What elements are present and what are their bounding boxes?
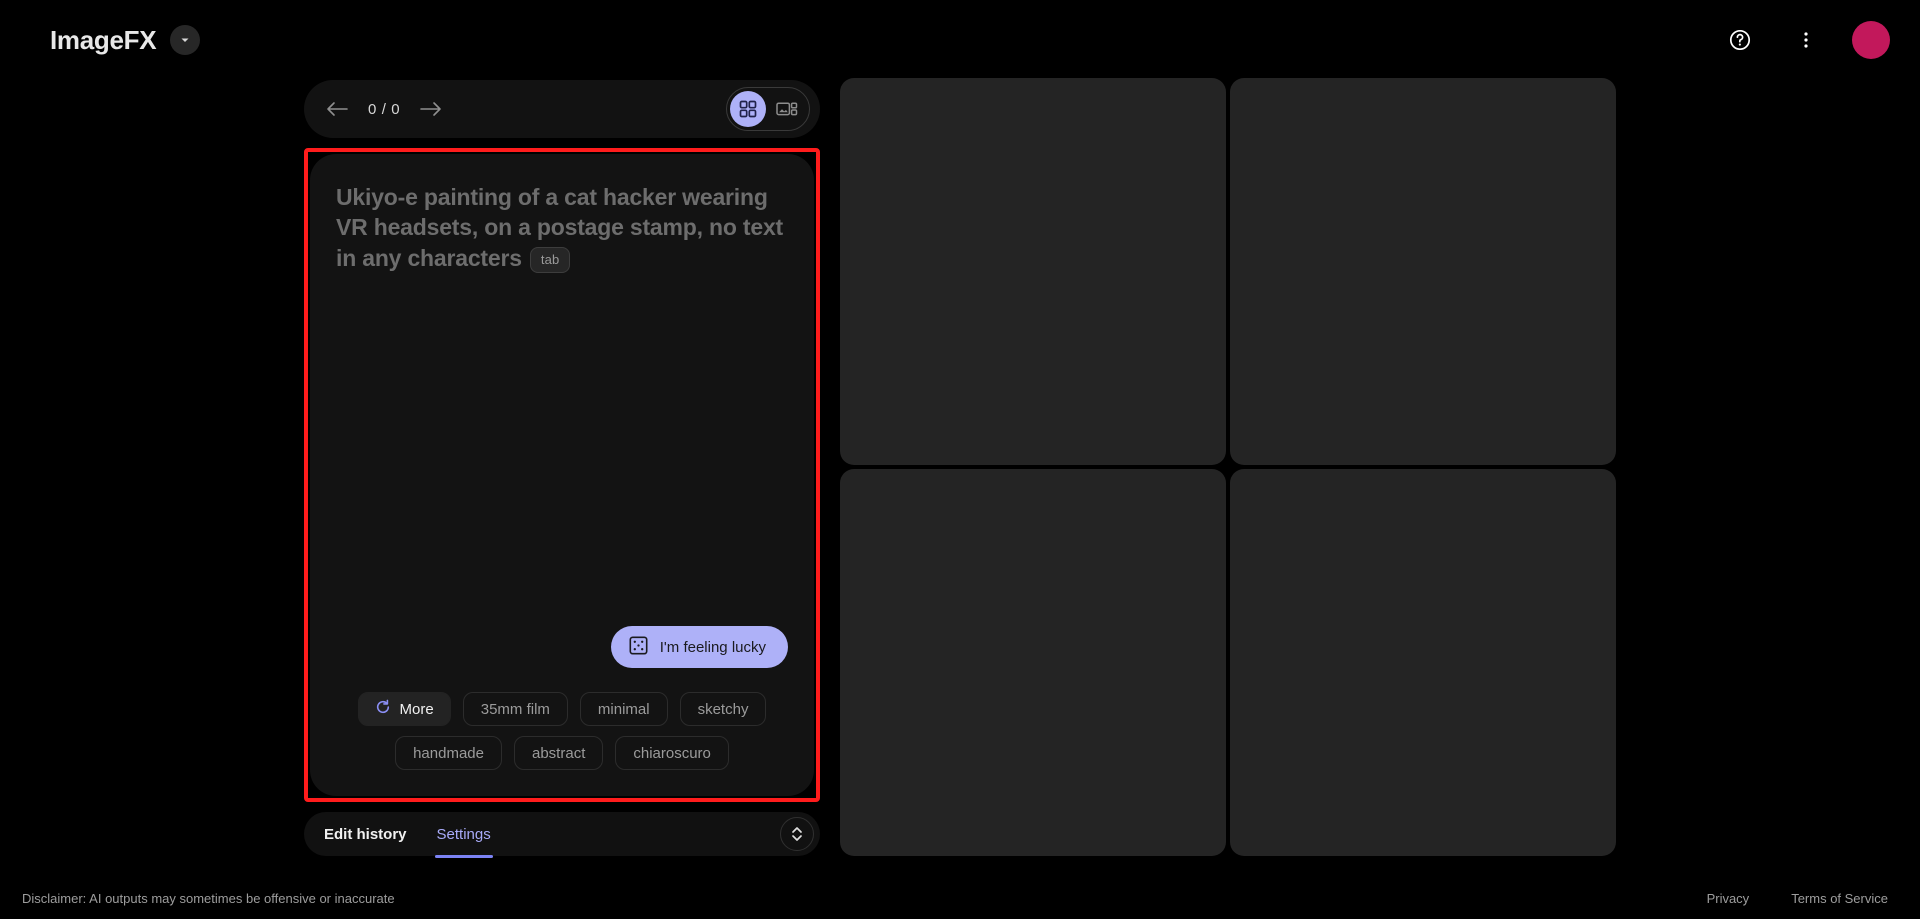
nav-controls: 0 / 0 xyxy=(322,94,446,124)
generation-nav-bar: 0 / 0 xyxy=(304,80,820,138)
arrow-right-icon[interactable] xyxy=(416,94,446,124)
prompt-input-area[interactable]: Ukiyo-e painting of a cat hacker wearing… xyxy=(310,154,814,626)
lucky-row: I'm feeling lucky xyxy=(310,626,814,668)
generation-counter: 0 / 0 xyxy=(368,100,401,118)
panel-tabs-bar: Edit history Settings xyxy=(304,812,820,858)
image-placeholder-3[interactable] xyxy=(840,469,1226,856)
privacy-link[interactable]: Privacy xyxy=(1707,891,1750,906)
user-avatar[interactable] xyxy=(1852,21,1890,59)
chevron-up-down-icon[interactable] xyxy=(780,817,814,851)
brand: ImageFX xyxy=(50,24,201,56)
prompt-card-highlight: Ukiyo-e painting of a cat hacker wearing… xyxy=(304,148,820,802)
prompt-input[interactable]: Ukiyo-e painting of a cat hacker wearing… xyxy=(336,182,788,273)
detail-view-button[interactable] xyxy=(768,91,806,127)
image-placeholder-2[interactable] xyxy=(1230,78,1616,465)
chip-sketchy[interactable]: sketchy xyxy=(679,692,767,726)
chip-handmade[interactable]: handmade xyxy=(395,736,502,770)
grid-view-button[interactable] xyxy=(730,91,766,127)
app-title: ImageFX xyxy=(50,24,157,55)
refresh-icon xyxy=(375,699,391,719)
chip-abstract[interactable]: abstract xyxy=(514,736,604,770)
chip-more[interactable]: More xyxy=(357,692,451,726)
chip-chiaroscuro[interactable]: chiaroscuro xyxy=(615,736,729,770)
help-circle-icon[interactable] xyxy=(1720,20,1760,60)
chip-label: More xyxy=(399,700,434,718)
panel-tabs: Edit history Settings xyxy=(324,812,493,858)
disclaimer-text: Disclaimer: AI outputs may sometimes be … xyxy=(22,890,395,906)
tab-settings[interactable]: Settings xyxy=(434,812,493,858)
image-placeholder-1[interactable] xyxy=(840,78,1226,465)
imagefx-app: ImageFX 0 / 0 Ukiyo-e painting of a cat … xyxy=(0,0,1920,919)
chevron-down-icon[interactable] xyxy=(170,25,201,55)
dice-icon xyxy=(629,635,648,659)
footer-links: Privacy Terms of Service xyxy=(1707,891,1888,906)
footer: Disclaimer: AI outputs may sometimes be … xyxy=(0,877,1920,919)
image-placeholder-4[interactable] xyxy=(1230,469,1616,856)
terms-of-service-link[interactable]: Terms of Service xyxy=(1791,891,1888,906)
top-bar: ImageFX xyxy=(0,0,1920,80)
view-mode-toggle xyxy=(726,87,810,131)
style-chip-list: More 35mm film minimal sketchy handmade … xyxy=(310,692,814,796)
chip-35mm-film[interactable]: 35mm film xyxy=(462,692,568,726)
top-bar-actions xyxy=(1720,20,1890,60)
chip-minimal[interactable]: minimal xyxy=(579,692,668,726)
prompt-panel: 0 / 0 Ukiyo-e painting of a cat hacker w… xyxy=(304,80,820,858)
im-feeling-lucky-button[interactable]: I'm feeling lucky xyxy=(610,626,788,668)
prompt-card[interactable]: Ukiyo-e painting of a cat hacker wearing… xyxy=(310,154,814,796)
arrow-left-icon[interactable] xyxy=(322,94,352,124)
image-results-grid xyxy=(840,78,1616,856)
tab-badge: tab xyxy=(529,246,571,273)
lucky-button-label: I'm feeling lucky xyxy=(659,638,766,656)
more-vertical-icon[interactable] xyxy=(1786,20,1826,60)
tab-edit-history[interactable]: Edit history xyxy=(324,812,407,856)
